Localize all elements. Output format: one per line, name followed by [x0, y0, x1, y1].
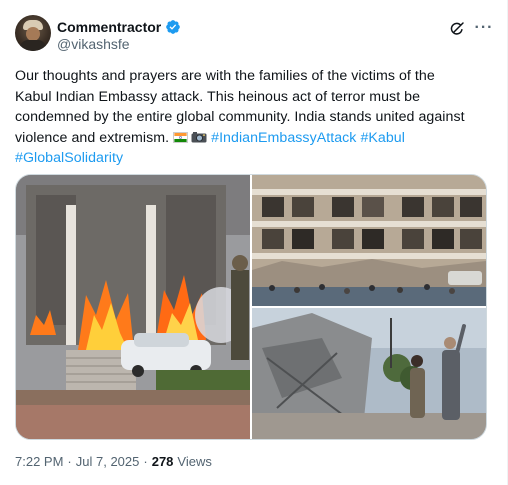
tweet-text-line: Our thoughts and prayers are with the fa…: [15, 68, 435, 84]
views-label: Views: [177, 454, 212, 469]
media-grid: [15, 174, 487, 440]
hashtag-link[interactable]: #Kabul: [360, 130, 404, 146]
meta-separator: ·: [143, 454, 148, 469]
damaged-building-photo[interactable]: [252, 175, 486, 306]
officials-at-rubble-photo[interactable]: [252, 308, 486, 439]
tweet-text-line: violence and extremism.: [15, 129, 170, 146]
burning-building-photo[interactable]: [16, 175, 250, 439]
hashtag-link[interactable]: #IndianEmbassyAttack: [211, 130, 356, 146]
author-handle[interactable]: @vikashsfe: [57, 36, 130, 52]
avatar[interactable]: [15, 15, 51, 51]
hashtag-link[interactable]: #GlobalSolidarity: [15, 150, 123, 166]
views-count: 278: [151, 454, 174, 469]
verified-badge-icon: [166, 20, 181, 34]
display-name[interactable]: Commentractor: [57, 19, 161, 35]
tweet: Commentractor @vikashsfe ··· Our thought…: [0, 0, 508, 485]
tweet-text-line: Kabul Indian Embassy attack. This heinou…: [15, 88, 421, 105]
tweet-text-line: condemned by the entire global community…: [15, 109, 465, 125]
tweet-date[interactable]: Jul 7, 2025: [76, 454, 140, 469]
more-options-icon[interactable]: ···: [473, 18, 495, 38]
tweet-text: Our thoughts and prayers are with the fa…: [15, 66, 485, 169]
meta-separator: ·: [67, 454, 72, 469]
tweet-time[interactable]: 7:22 PM: [15, 454, 63, 469]
tweet-metadata: 7:22 PM · Jul 7, 2025 · 278 Views: [15, 454, 212, 469]
author-name-row: Commentractor: [57, 18, 181, 36]
india-flag-icon: [173, 131, 189, 143]
grok-icon[interactable]: [448, 20, 466, 38]
camera-flash-icon: [191, 131, 207, 142]
